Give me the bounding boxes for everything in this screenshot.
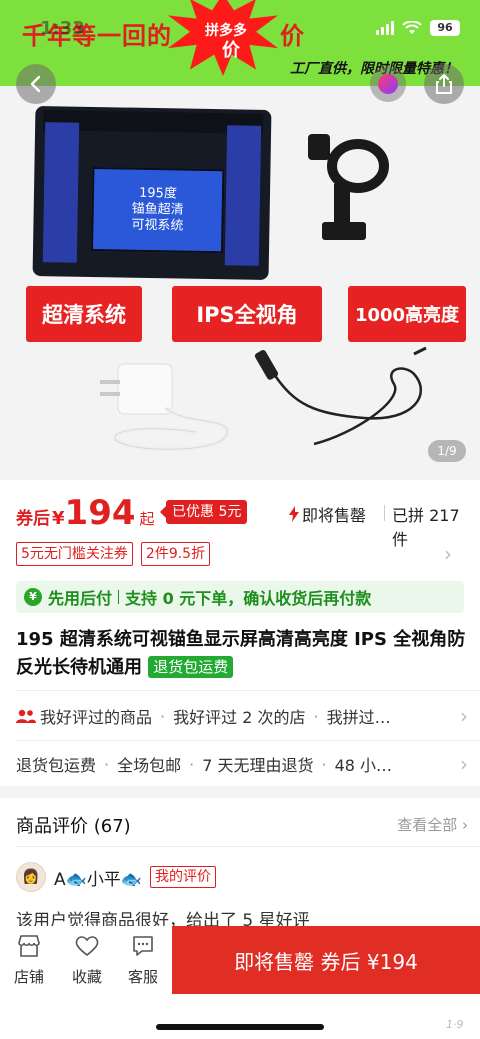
reviews-header: 商品评价 (67) 查看全部 › xyxy=(16,812,468,837)
bottom-action-bar: 店铺 收藏 客服 即将售罄 券后 ¥194 xyxy=(0,926,480,1039)
status-time: 1:33 xyxy=(40,18,85,39)
screen-line-1: 195度 xyxy=(138,185,178,202)
soon-sold-out: 即将售罄 xyxy=(288,502,366,526)
coupon-multi-buy[interactable]: 2件9.5折 xyxy=(140,542,211,566)
monitor-photo: 195度 锚鱼超清 可视系统 xyxy=(32,105,272,281)
service-item-3: 7 天无理由退货 xyxy=(202,756,314,775)
section-gap xyxy=(0,786,480,798)
price-label: 券后 xyxy=(16,509,50,529)
lightning-icon xyxy=(289,506,299,522)
product-title: 195 超清系统可视锚鱼显示屏高清高亮度 IPS 全视角防反光长待机通用 退货包… xyxy=(16,626,468,682)
discount-badge: 已优惠 5元 xyxy=(159,500,248,524)
reviews-title: 商品评价 (67) xyxy=(16,816,131,837)
my-review-tag: 我的评价 xyxy=(149,866,216,888)
feature-tag-hd: 超清系统 xyxy=(26,286,142,342)
heart-icon xyxy=(75,936,99,957)
product-image-carousel[interactable]: 千年等一回的 拼多多 价 价 工厂直供，限时限量特惠！ 1:33 96 195度… xyxy=(0,0,480,480)
pay-later-separator xyxy=(118,590,120,604)
signal-icon xyxy=(376,21,394,35)
service-item-4: 48 小… xyxy=(334,756,393,775)
charger-photo xyxy=(100,363,230,452)
customer-service-button[interactable]: 客服 xyxy=(116,934,170,987)
av-cable-photo xyxy=(254,346,427,446)
status-icons: 96 xyxy=(376,20,460,36)
favorite-label: 收藏 xyxy=(71,968,102,986)
fish-icon: 🐟 xyxy=(120,869,142,890)
starburst-line2: 价 xyxy=(222,40,240,61)
reviewer: 👩 A🐟小平🐟 我的评价 xyxy=(16,860,216,894)
screen-line-2: 锚鱼超清 xyxy=(131,201,184,218)
see-all-reviews-link[interactable]: 查看全部 › xyxy=(397,814,468,835)
store-label: 店铺 xyxy=(13,968,44,986)
avatar[interactable]: 👩 xyxy=(16,862,46,892)
reviewer-name-part1: A xyxy=(54,869,66,890)
see-all-label: 查看全部 xyxy=(397,816,458,834)
store-icon xyxy=(18,935,40,957)
price-row: 券后 ¥ 194 起 已优惠 5元 即将售罄 已拼 217 件 xyxy=(16,493,468,549)
price-amount: 194 xyxy=(64,493,136,533)
price-currency: ¥ xyxy=(52,508,65,529)
image-pager: 1/9 xyxy=(428,440,466,462)
fish-icon: 🐟 xyxy=(65,869,87,890)
feature-tag-brightness: 1000高亮度 xyxy=(348,286,466,342)
history-row[interactable]: 我好评过的商品 · 我好评过 2 次的店 · 我拼过… › xyxy=(16,696,468,736)
promo-banner: 千年等一回的 拼多多 价 价 工厂直供，限时限量特惠！ xyxy=(0,0,480,86)
reviewer-name-part2: 小平 xyxy=(86,869,121,890)
history-item-2: 我好评过 2 次的店 xyxy=(173,708,306,727)
service-item-2: 全场包邮 xyxy=(117,756,182,775)
watermark: 1·9 xyxy=(446,1018,464,1031)
divider xyxy=(16,740,480,741)
share-icon xyxy=(436,73,452,94)
chat-icon xyxy=(133,936,153,956)
store-button[interactable]: 店铺 xyxy=(2,934,56,987)
pay-later-icon: ¥ xyxy=(24,588,42,606)
coupon-follow[interactable]: 5元无门槛关注券 xyxy=(16,542,133,566)
soon-sold-out-label: 即将售罄 xyxy=(302,506,367,525)
divider xyxy=(16,690,480,691)
chevron-right-icon: › xyxy=(460,704,468,728)
wifi-icon xyxy=(402,21,422,34)
home-indicator[interactable] xyxy=(156,1024,324,1030)
mount-bracket-photo xyxy=(308,134,389,240)
pay-later-desc: 支持 0 元下单，确认收货后再付款 xyxy=(125,589,372,608)
monitor-screen: 195度 锚鱼超清 可视系统 xyxy=(90,166,225,254)
banner-title-suffix: 价 xyxy=(280,22,304,50)
pay-later-banner[interactable]: ¥ 先用后付 支持 0 元下单，确认收货后再付款 xyxy=(16,581,464,613)
coupon-row[interactable]: 5元无门槛关注券 2件9.5折 › xyxy=(16,542,468,566)
history-item-1: 我好评过的商品 xyxy=(40,708,153,727)
product-detail-page: 千年等一回的 拼多多 价 价 工厂直供，限时限量特惠！ 1:33 96 195度… xyxy=(0,0,480,1039)
product-title-text: 195 超清系统可视锚鱼显示屏高清高亮度 IPS 全视角防反光长待机通用 xyxy=(16,629,466,678)
share-button[interactable] xyxy=(424,64,464,104)
assistant-icon xyxy=(378,74,398,94)
assistant-button[interactable] xyxy=(370,66,406,102)
service-item-1: 退货包运费 xyxy=(16,756,97,775)
chevron-right-icon: › xyxy=(444,542,452,566)
favorite-button[interactable]: 收藏 xyxy=(60,934,114,987)
service-row[interactable]: 退货包运费 · 全场包邮 · 7 天无理由退货 · 48 小… › xyxy=(16,744,468,784)
divider xyxy=(16,846,480,847)
chevron-right-icon: › xyxy=(460,752,468,776)
users-icon xyxy=(16,709,36,723)
chevron-left-icon xyxy=(30,75,41,93)
service-label: 客服 xyxy=(127,968,158,986)
screen-line-3: 可视系统 xyxy=(131,217,184,234)
price-suffix: 起 xyxy=(139,510,155,528)
buy-button[interactable]: 即将售罄 券后 ¥194 xyxy=(172,926,480,994)
battery-icon: 96 xyxy=(430,20,460,36)
return-shipping-badge: 退货包运费 xyxy=(148,656,234,678)
back-button[interactable] xyxy=(16,64,56,104)
history-item-3: 我拼过… xyxy=(326,708,391,727)
pay-later-title: 先用后付 xyxy=(48,589,113,608)
reviewer-name: A🐟小平🐟 xyxy=(54,865,142,890)
feature-tag-ips: IPS全视角 xyxy=(172,286,322,342)
